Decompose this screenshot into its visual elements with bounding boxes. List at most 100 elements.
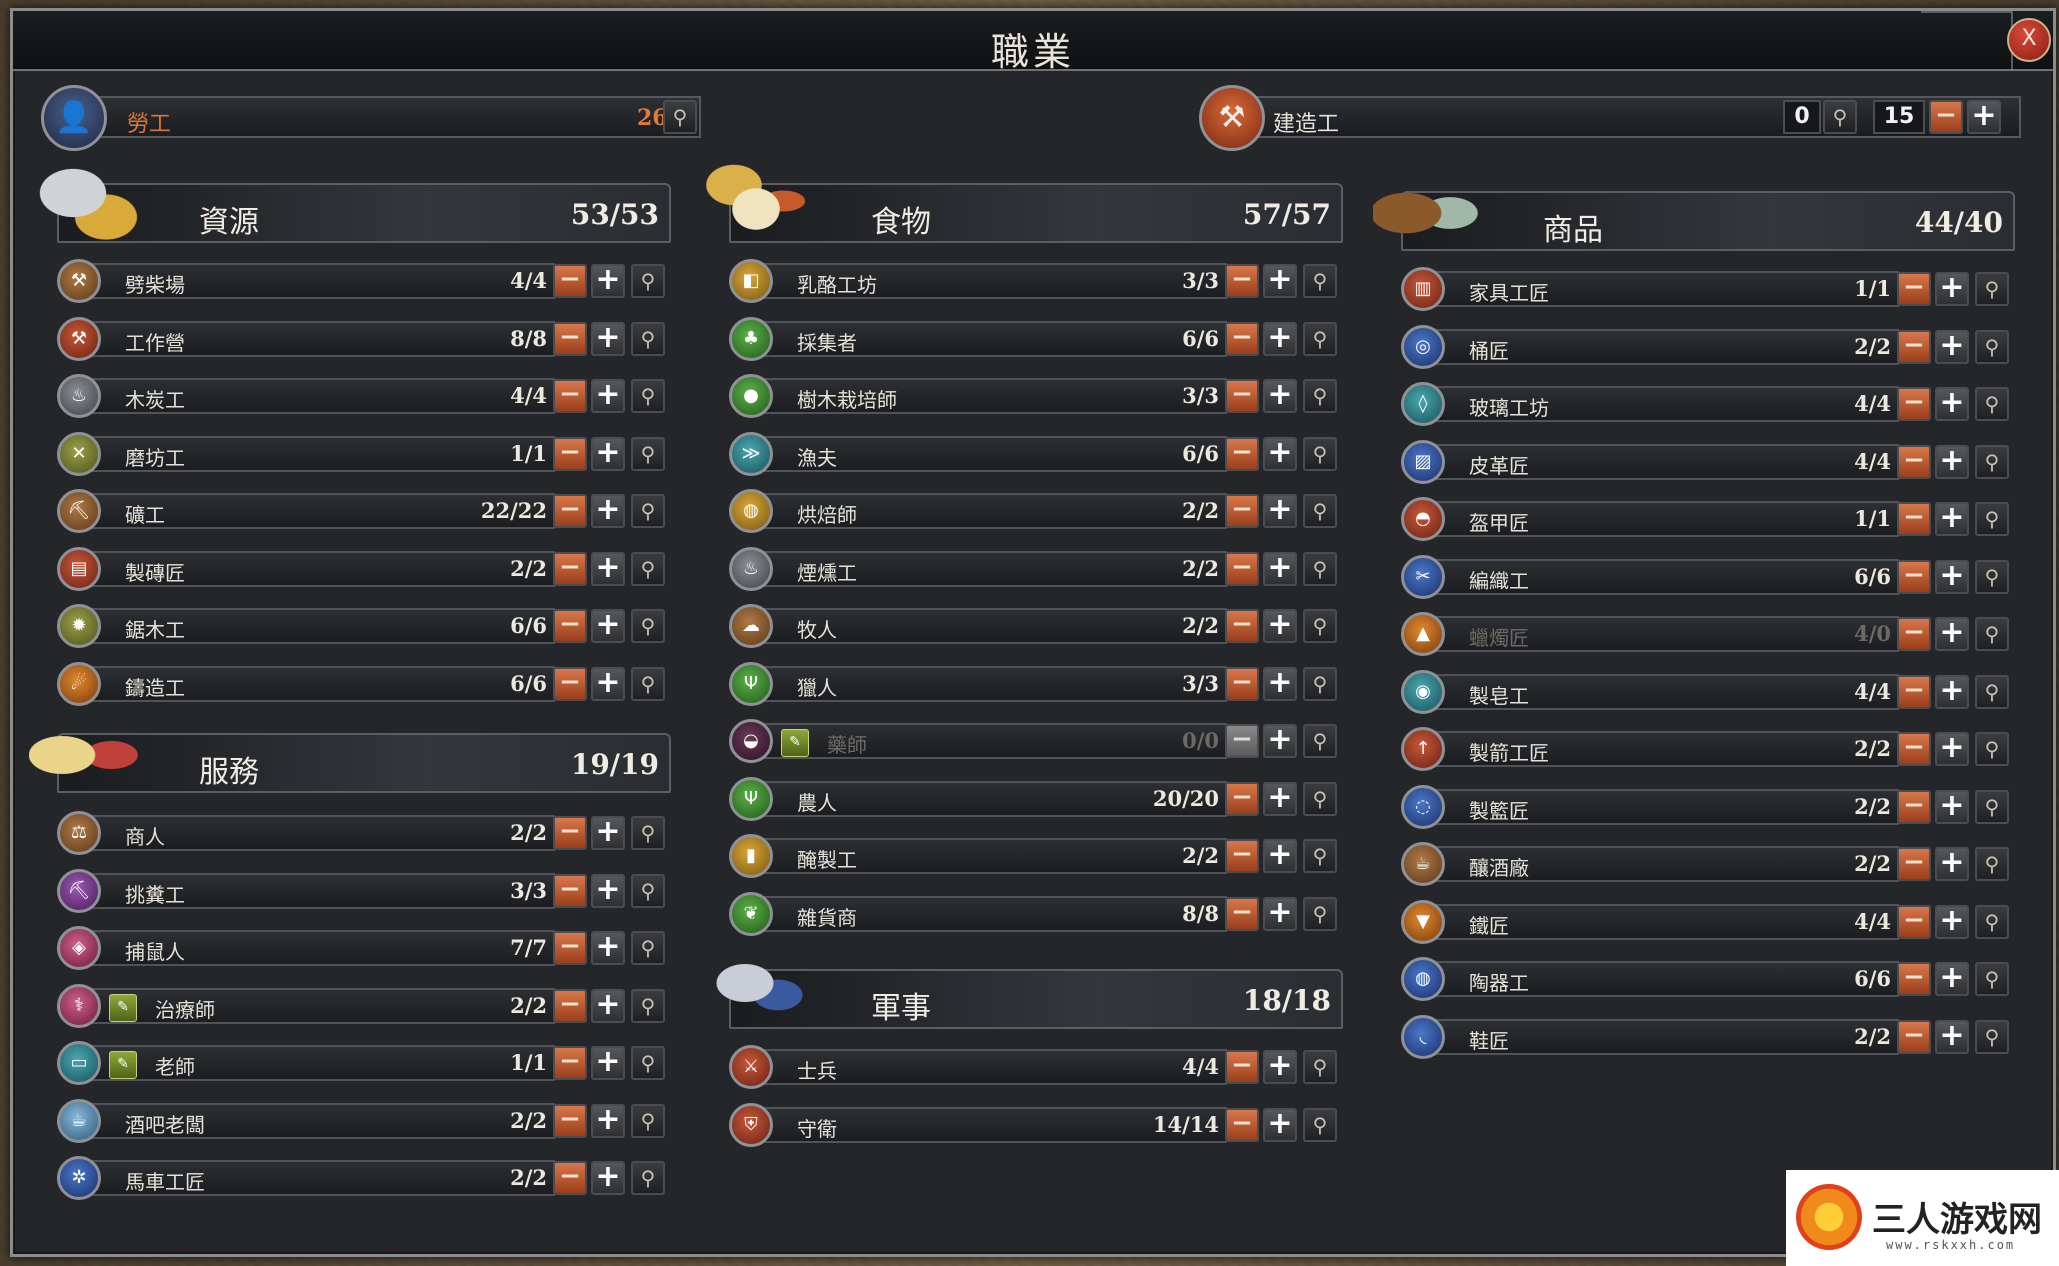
increase-button[interactable]: + [1263,321,1297,356]
increase-button[interactable]: + [591,436,625,471]
locate-button[interactable]: ⚲ [631,873,665,908]
increase-button[interactable]: + [591,609,625,643]
locate-button[interactable]: ⚲ [1975,1019,2009,1054]
locate-button[interactable]: ⚲ [1303,436,1337,471]
decrease-button[interactable]: − [553,1103,587,1138]
increase-button[interactable]: + [1263,839,1297,873]
decrease-button[interactable]: − [553,494,587,528]
increase-button[interactable]: + [591,321,625,356]
increase-button[interactable]: + [1935,559,1969,594]
locate-button[interactable]: ⚲ [631,931,665,965]
locate-button[interactable]: ⚲ [1303,724,1337,758]
increase-button[interactable]: + [591,666,625,701]
increase-button[interactable]: + [1263,436,1297,471]
decrease-button[interactable]: − [553,666,587,701]
increase-button[interactable]: + [591,1161,625,1195]
increase-button[interactable]: + [591,1046,625,1080]
decrease-button[interactable]: − [1225,724,1259,758]
locate-button[interactable]: ⚲ [631,436,665,471]
locate-button[interactable]: ⚲ [631,494,665,528]
increase-button[interactable]: + [1935,1019,1969,1054]
increase-button[interactable]: + [1935,847,1969,881]
increase-button[interactable]: + [591,494,625,528]
increase-button[interactable]: + [591,816,625,850]
increase-button[interactable]: + [1263,1050,1297,1084]
increase-button[interactable]: + [1935,962,1969,996]
increase-button[interactable]: + [591,264,625,298]
decrease-button[interactable]: − [1897,502,1931,536]
decrease-button[interactable]: − [1897,272,1931,306]
decrease-button[interactable]: − [1225,781,1259,816]
decrease-button[interactable]: − [1225,666,1259,701]
decrease-button[interactable]: − [1225,379,1259,413]
locate-button[interactable]: ⚲ [631,264,665,298]
locate-button[interactable]: ⚲ [1303,781,1337,816]
locate-button[interactable]: ⚲ [631,551,665,586]
worker-search-button[interactable]: ⚲ [663,100,697,134]
close-button[interactable]: X [2007,18,2051,62]
locate-button[interactable]: ⚲ [631,379,665,413]
decrease-button[interactable]: − [1225,264,1259,298]
locate-button[interactable]: ⚲ [1975,559,2009,594]
increase-button[interactable]: + [591,551,625,586]
locate-button[interactable]: ⚲ [1975,674,2009,709]
locate-button[interactable]: ⚲ [631,1046,665,1080]
decrease-button[interactable]: − [553,1161,587,1195]
locate-button[interactable]: ⚲ [1303,896,1337,931]
increase-button[interactable]: + [1935,732,1969,766]
locate-button[interactable]: ⚲ [1975,789,2009,824]
builder-search-button[interactable]: ⚲ [1823,100,1857,134]
decrease-button[interactable]: − [1225,1107,1259,1142]
decrease-button[interactable]: − [553,379,587,413]
decrease-button[interactable]: − [1897,789,1931,824]
decrease-button[interactable]: − [1897,444,1931,479]
increase-button[interactable]: + [1263,494,1297,528]
decrease-button[interactable]: − [1225,494,1259,528]
decrease-button[interactable]: − [1897,617,1931,651]
decrease-button[interactable]: − [553,551,587,586]
locate-button[interactable]: ⚲ [631,816,665,850]
increase-button[interactable]: + [1935,904,1969,939]
increase-button[interactable]: + [1935,444,1969,479]
locate-button[interactable]: ⚲ [1975,617,2009,651]
increase-button[interactable]: + [1263,666,1297,701]
increase-button[interactable]: + [591,988,625,1023]
locate-button[interactable]: ⚲ [631,988,665,1023]
locate-button[interactable]: ⚲ [631,1103,665,1138]
increase-button[interactable]: + [1263,609,1297,643]
increase-button[interactable]: + [1935,789,1969,824]
locate-button[interactable]: ⚲ [1303,839,1337,873]
decrease-button[interactable]: − [1225,896,1259,931]
decrease-button[interactable]: − [553,931,587,965]
decrease-button[interactable]: − [1225,609,1259,643]
builder-minus-button[interactable]: − [1929,100,1963,134]
decrease-button[interactable]: − [1897,904,1931,939]
locate-button[interactable]: ⚲ [631,1161,665,1195]
increase-button[interactable]: + [1935,272,1969,306]
increase-button[interactable]: + [1935,329,1969,364]
increase-button[interactable]: + [1935,502,1969,536]
locate-button[interactable]: ⚲ [1303,494,1337,528]
increase-button[interactable]: + [1263,724,1297,758]
increase-button[interactable]: + [1263,1107,1297,1142]
locate-button[interactable]: ⚲ [1975,387,2009,421]
locate-button[interactable]: ⚲ [1303,551,1337,586]
decrease-button[interactable]: − [553,264,587,298]
decrease-button[interactable]: − [1225,551,1259,586]
increase-button[interactable]: + [591,931,625,965]
decrease-button[interactable]: − [1897,387,1931,421]
increase-button[interactable]: + [1263,379,1297,413]
increase-button[interactable]: + [1263,896,1297,931]
decrease-button[interactable]: − [553,436,587,471]
decrease-button[interactable]: − [1225,1050,1259,1084]
increase-button[interactable]: + [1263,551,1297,586]
locate-button[interactable]: ⚲ [631,321,665,356]
decrease-button[interactable]: − [1897,329,1931,364]
locate-button[interactable]: ⚲ [1975,847,2009,881]
increase-button[interactable]: + [591,873,625,908]
decrease-button[interactable]: − [1225,321,1259,356]
locate-button[interactable]: ⚲ [1303,264,1337,298]
decrease-button[interactable]: − [1225,436,1259,471]
decrease-button[interactable]: − [553,816,587,850]
locate-button[interactable]: ⚲ [631,609,665,643]
